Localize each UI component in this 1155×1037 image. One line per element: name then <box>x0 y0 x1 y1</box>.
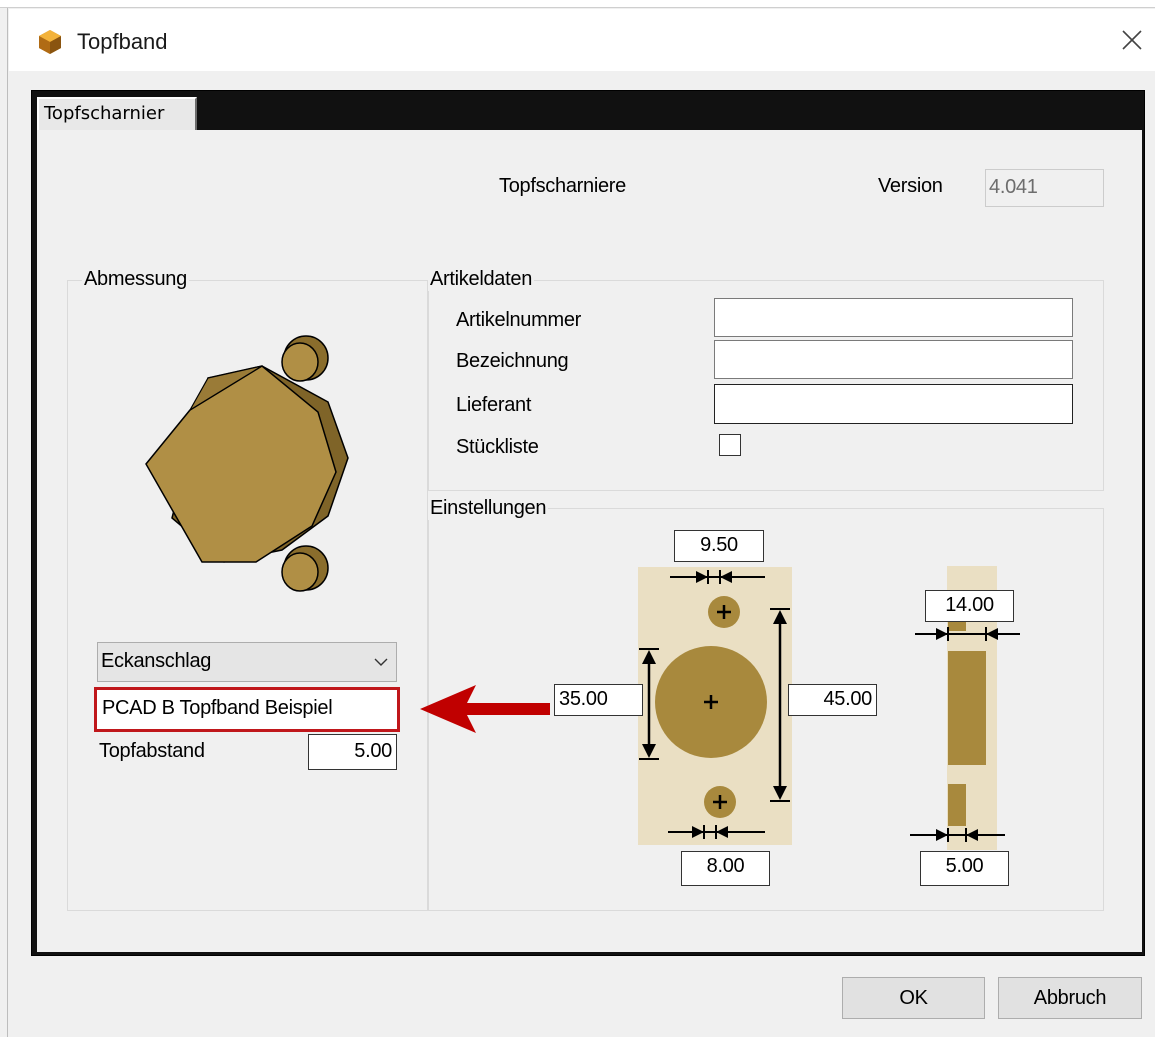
dim-left-field[interactable]: 35.00 <box>554 684 643 716</box>
dim-bottom-field[interactable]: 8.00 <box>681 851 770 886</box>
stueckliste-checkbox[interactable] <box>719 434 741 456</box>
hinge-front-diagram <box>638 567 792 845</box>
page-heading: Topfscharniere <box>499 175 626 197</box>
version-field: 4.041 <box>985 169 1104 207</box>
anschlag-value: Eckanschlag <box>101 650 212 672</box>
left-edge <box>0 8 8 1037</box>
title-bar[interactable]: Topfband <box>9 9 1155 71</box>
tab-label: Topfscharnier <box>44 103 165 124</box>
name-value: PCAD B Topfband Beispiel <box>102 697 333 719</box>
lieferant-label: Lieferant <box>456 394 532 416</box>
name-field[interactable]: PCAD B Topfband Beispiel <box>94 687 400 732</box>
lieferant-field[interactable] <box>714 384 1073 424</box>
close-icon[interactable] <box>1109 17 1155 63</box>
bezeichnung-label: Bezeichnung <box>456 350 569 372</box>
dim-right-field[interactable]: 45.00 <box>788 684 877 716</box>
cube-icon <box>39 30 61 54</box>
tab-topfscharnier[interactable]: Topfscharnier <box>37 97 197 130</box>
top-edge <box>0 0 1155 8</box>
topfabstand-field[interactable]: 5.00 <box>308 734 397 770</box>
abmessung-title: Abmessung <box>82 268 189 291</box>
artikeldaten-title: Artikeldaten <box>428 268 535 291</box>
ok-button[interactable]: OK <box>842 977 985 1019</box>
annotation-arrow-icon <box>420 685 550 733</box>
chevron-down-icon <box>374 658 388 666</box>
side-top-field[interactable]: 14.00 <box>925 590 1014 622</box>
einstellungen-title: Einstellungen <box>428 497 549 520</box>
side-bottom-field[interactable]: 5.00 <box>920 851 1009 886</box>
dim-top-field[interactable]: 9.50 <box>674 530 764 562</box>
anschlag-dropdown[interactable]: Eckanschlag <box>97 642 397 682</box>
topfabstand-label: Topfabstand <box>99 740 205 762</box>
artikelnummer-label: Artikelnummer <box>456 309 582 331</box>
stueckliste-label: Stückliste <box>456 436 539 458</box>
cancel-button[interactable]: Abbruch <box>998 977 1142 1019</box>
window-title: Topfband <box>77 29 168 54</box>
artikelnummer-field[interactable] <box>714 298 1073 337</box>
version-label: Version <box>878 175 943 197</box>
bezeichnung-field[interactable] <box>714 340 1073 379</box>
hinge-3d-preview <box>145 335 349 592</box>
